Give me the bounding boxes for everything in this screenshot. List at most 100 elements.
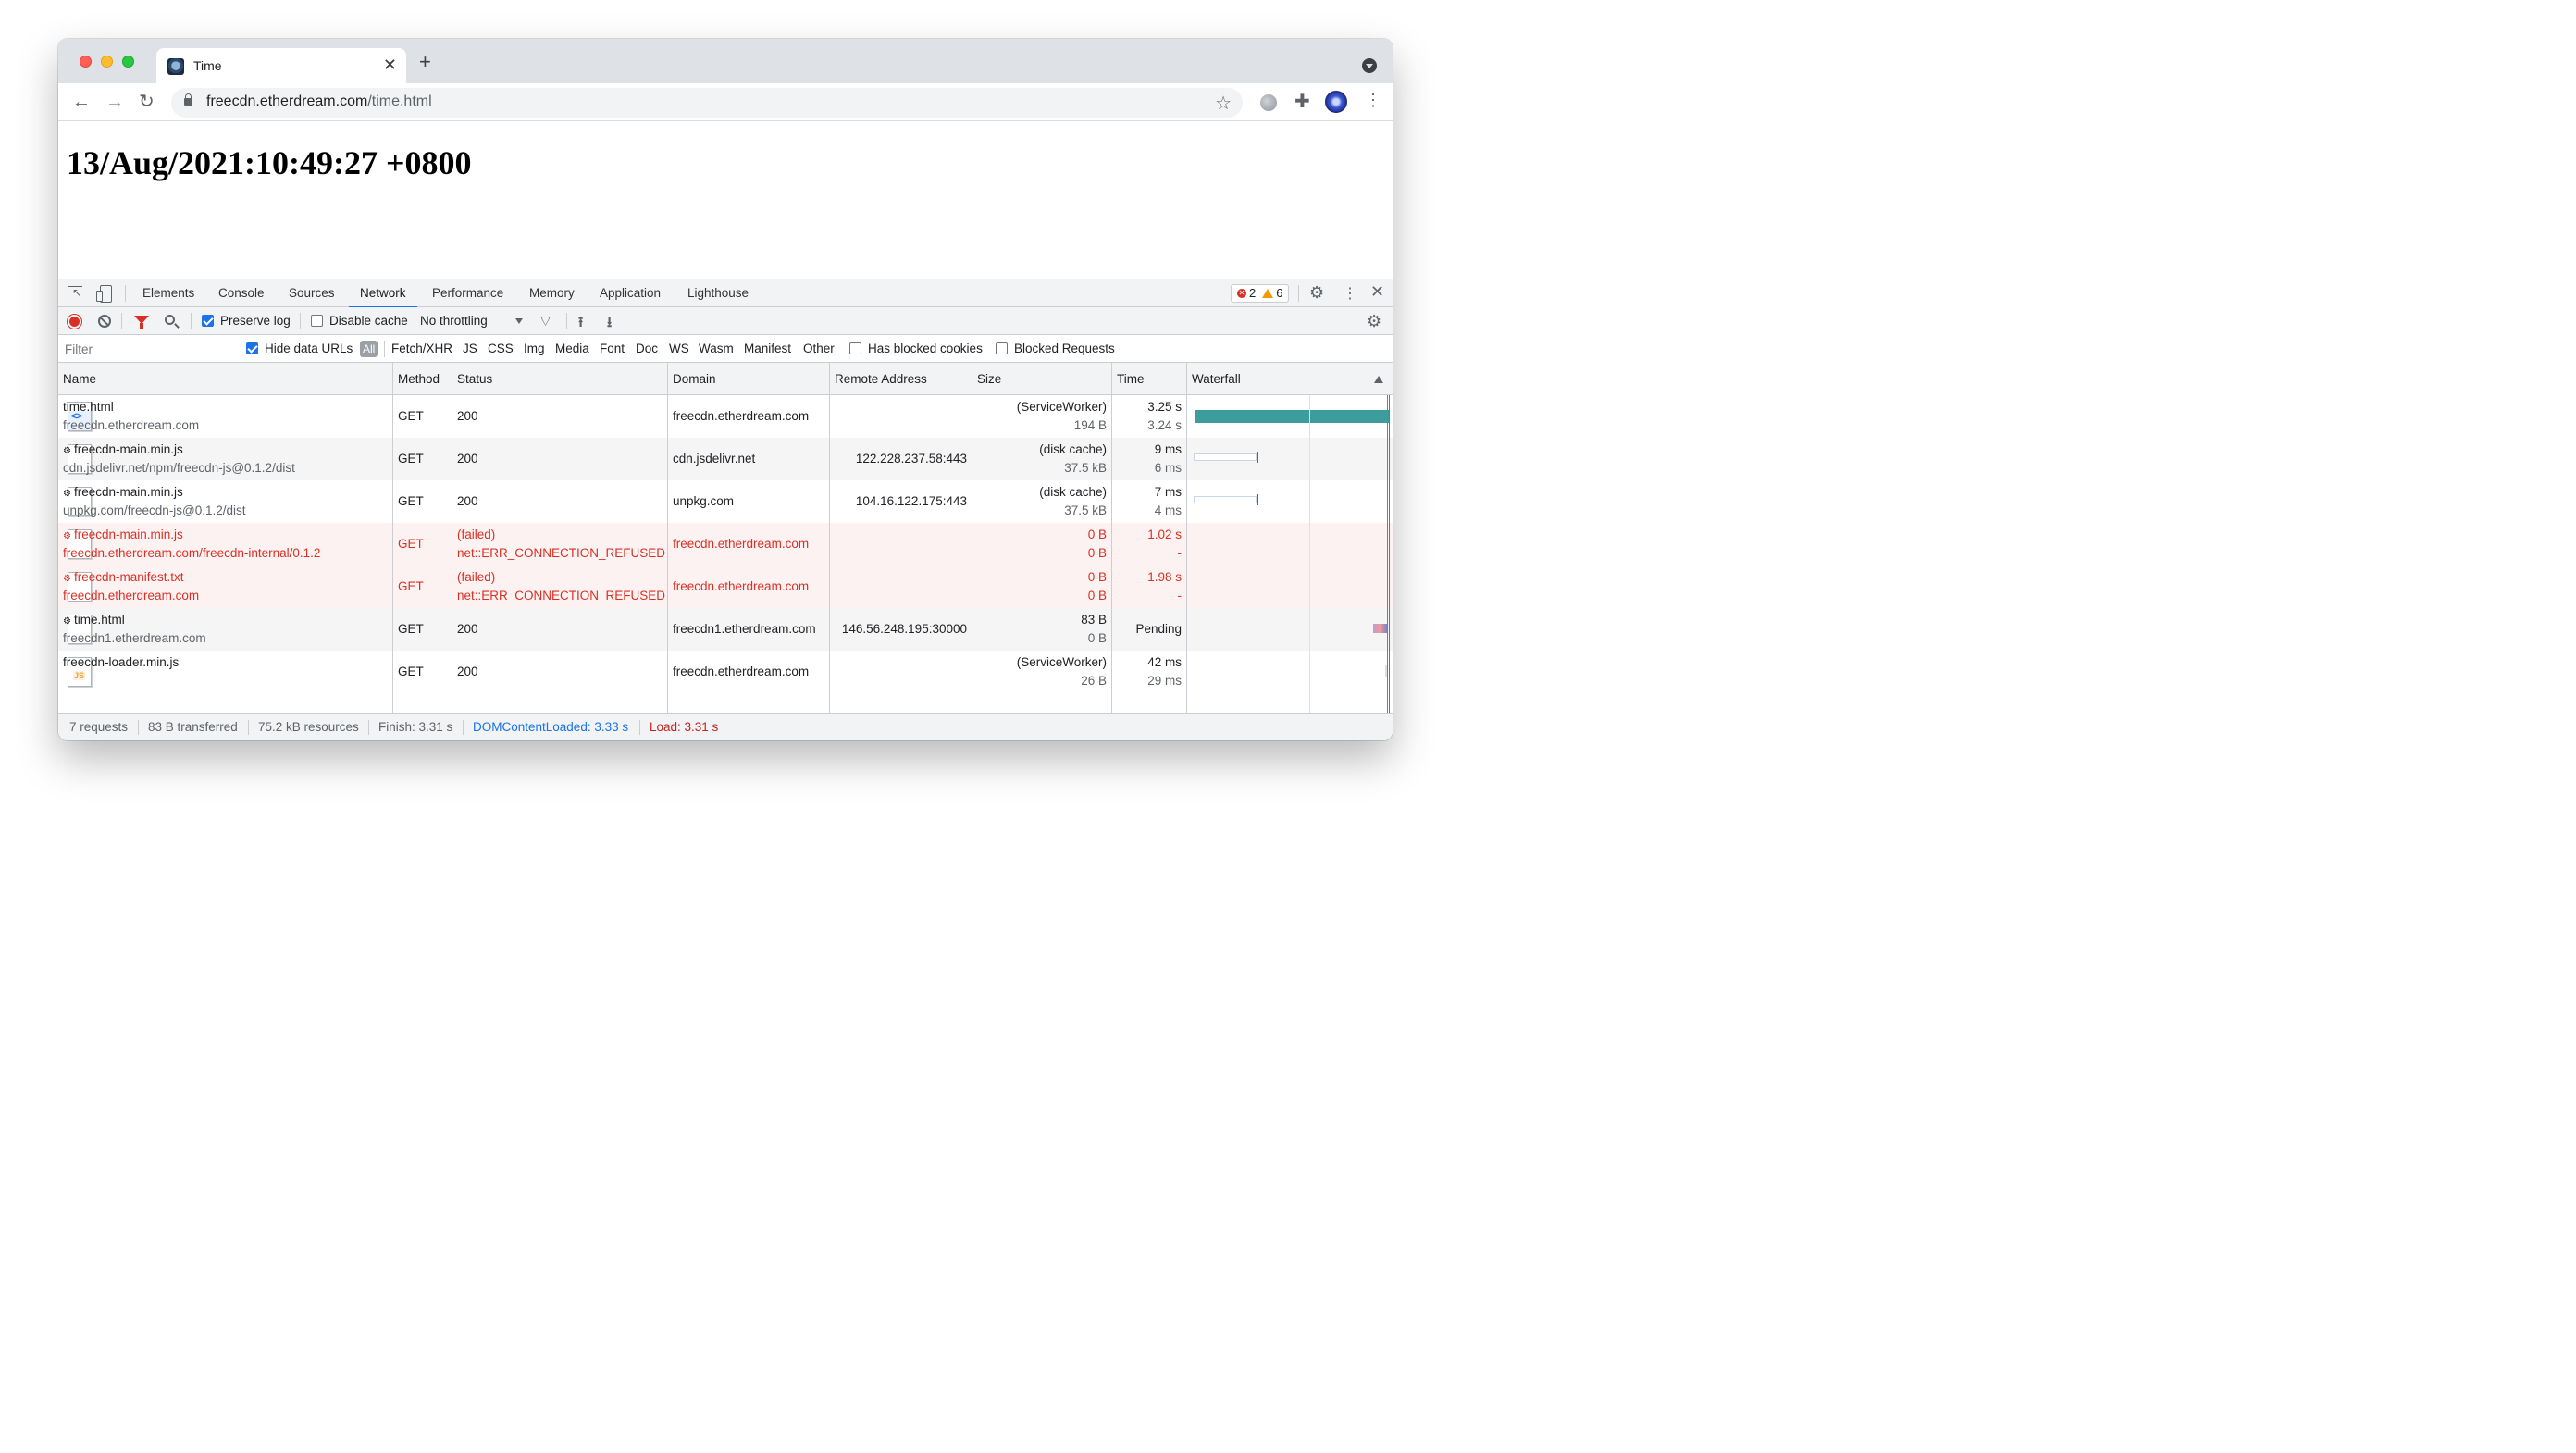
preserve-log-checkbox[interactable] xyxy=(202,315,214,327)
column-header-size[interactable]: Size xyxy=(972,363,1112,395)
tab-application[interactable]: Application xyxy=(600,279,661,307)
has-blocked-cookies-label[interactable]: Has blocked cookies xyxy=(868,335,983,363)
type-filter-font[interactable]: Font xyxy=(600,335,625,363)
status-code: 200 xyxy=(457,622,478,636)
tab-search-icon[interactable] xyxy=(1362,58,1377,73)
export-har-icon[interactable]: ⭳ xyxy=(607,313,612,336)
network-settings-gear-icon[interactable]: ⚙ xyxy=(1367,313,1381,329)
table-row[interactable]: freecdn-loader.min.js GET 200 freecdn.ether… xyxy=(58,651,1393,693)
tab-close-icon[interactable]: ✕ xyxy=(383,56,397,74)
maximize-window-button[interactable] xyxy=(122,56,134,68)
tab-lighthouse[interactable]: Lighthouse xyxy=(687,279,749,307)
type-filter-js[interactable]: JS xyxy=(463,335,477,363)
globe-favicon-icon xyxy=(167,58,184,75)
extension-globe-icon[interactable] xyxy=(1260,94,1277,111)
tab-sources[interactable]: Sources xyxy=(289,279,335,307)
column-header-method[interactable]: Method xyxy=(393,363,452,395)
request-name-text: time.html xyxy=(63,400,114,414)
throttling-select[interactable]: No throttling xyxy=(420,307,488,335)
disable-cache-label[interactable]: Disable cache xyxy=(329,307,408,335)
tab-performance[interactable]: Performance xyxy=(432,279,503,307)
clear-icon[interactable] xyxy=(98,315,111,328)
sort-arrow-icon[interactable] xyxy=(1374,376,1383,383)
devtools-close-icon[interactable]: ✕ xyxy=(1370,282,1384,302)
blocked-requests-checkbox[interactable] xyxy=(996,342,1008,354)
type-filter-wasm[interactable]: Wasm xyxy=(699,335,734,363)
domain-cell: freecdn.etherdream.com xyxy=(668,523,830,565)
remote-address-cell: 122.228.237.58:443 xyxy=(830,438,972,480)
load-time: Load: 3.31 s xyxy=(650,720,719,734)
inspect-element-icon[interactable] xyxy=(68,286,82,301)
disable-cache-checkbox[interactable] xyxy=(311,315,323,327)
has-blocked-cookies-checkbox[interactable] xyxy=(849,342,861,354)
reload-icon[interactable]: ↻ xyxy=(139,91,155,113)
tab-network[interactable]: Network xyxy=(349,279,416,308)
devtools-menu-icon[interactable]: ⋮ xyxy=(1343,284,1357,303)
new-tab-button[interactable]: + xyxy=(419,52,431,72)
extensions-puzzle-icon[interactable]: ✚ xyxy=(1294,90,1310,113)
type-filter-media[interactable]: Media xyxy=(555,335,589,363)
type-filter-img[interactable]: Img xyxy=(524,335,545,363)
table-row[interactable]: ⚙ freecdn-main.min.js freecdn.etherdream.c… xyxy=(58,523,1393,565)
type-filter-other[interactable]: Other xyxy=(803,335,835,363)
column-header-name[interactable]: Name xyxy=(58,363,393,395)
profile-avatar[interactable] xyxy=(1325,91,1347,113)
remote-address-cell xyxy=(830,565,972,608)
divider xyxy=(463,720,464,735)
status-code: 200 xyxy=(457,494,478,508)
column-header-time[interactable]: Time xyxy=(1112,363,1187,395)
size-secondary: 26 B xyxy=(1081,674,1107,688)
search-icon[interactable] xyxy=(165,315,175,325)
chevron-down-icon[interactable] xyxy=(515,318,523,324)
record-icon[interactable] xyxy=(68,315,81,329)
network-conditions-icon[interactable]: ⌔ xyxy=(539,312,552,330)
forward-arrow-icon[interactable]: → xyxy=(105,91,124,113)
hide-data-urls-label[interactable]: Hide data URLs xyxy=(265,335,353,363)
column-header-remote-address[interactable]: Remote Address xyxy=(830,363,972,395)
waterfall-cell xyxy=(1187,608,1393,651)
column-header-domain[interactable]: Domain xyxy=(668,363,830,395)
remote-address-cell: 146.56.248.195:30000 xyxy=(830,608,972,651)
hide-data-urls-checkbox[interactable] xyxy=(246,342,258,354)
table-row[interactable]: ⚙ freecdn-manifest.txt freecdn.etherdream.… xyxy=(58,565,1393,608)
address-bar[interactable]: freecdn.etherdream.com/time.html ☆ xyxy=(171,88,1243,118)
waterfall-tick xyxy=(1257,452,1258,463)
minimize-window-button[interactable] xyxy=(101,56,113,68)
devtools-tab-bar: Elements Console Sources Network Perform… xyxy=(58,279,1393,308)
close-window-button[interactable] xyxy=(80,56,92,68)
type-filter-fetch-xhr[interactable]: Fetch/XHR xyxy=(391,335,452,363)
request-method: GET xyxy=(398,664,424,678)
settings-gear-icon[interactable]: ⚙ xyxy=(1309,284,1324,301)
type-filter-css[interactable]: CSS xyxy=(488,335,514,363)
type-filter-all[interactable]: All xyxy=(360,341,378,357)
type-filter-manifest[interactable]: Manifest xyxy=(744,335,791,363)
time-secondary: 29 ms xyxy=(1147,674,1182,688)
table-row[interactable]: ⚙ freecdn-main.min.js unpkg.com/freecdn-js… xyxy=(58,480,1393,523)
browser-tab[interactable]: Time ✕ xyxy=(156,48,406,83)
type-filter-ws[interactable]: WS xyxy=(669,335,689,363)
lock-icon[interactable] xyxy=(184,93,192,106)
table-row[interactable]: ⚙ time.html freecdn1.etherdream.com GET 200 f… xyxy=(58,608,1393,651)
service-worker-gear-icon: ⚙ xyxy=(63,616,71,627)
bookmark-star-icon[interactable]: ☆ xyxy=(1215,92,1232,115)
url-text[interactable]: freecdn.etherdream.com/time.html xyxy=(206,93,432,110)
blocked-requests-label[interactable]: Blocked Requests xyxy=(1014,335,1115,363)
remote-address: 146.56.248.195:30000 xyxy=(841,622,967,636)
column-header-status[interactable]: Status xyxy=(452,363,668,395)
tab-memory[interactable]: Memory xyxy=(529,279,575,307)
preserve-log-label[interactable]: Preserve log xyxy=(220,307,291,335)
import-har-icon[interactable]: ⭱ xyxy=(578,313,583,336)
back-arrow-icon[interactable]: ← xyxy=(72,91,91,113)
table-row[interactable]: ⚙ freecdn-main.min.js cdn.jsdelivr.net/npm… xyxy=(58,438,1393,480)
tab-elements[interactable]: Elements xyxy=(142,279,194,307)
status-cell: 200 xyxy=(452,438,668,480)
type-filter-doc[interactable]: Doc xyxy=(636,335,658,363)
tab-console[interactable]: Console xyxy=(218,279,265,307)
filter-input[interactable] xyxy=(61,339,232,359)
filter-icon[interactable] xyxy=(134,316,149,329)
table-row[interactable]: time.html freecdn.etherdream.com GET 200 fre… xyxy=(58,395,1393,438)
device-toggle-icon[interactable] xyxy=(96,285,112,303)
issues-badge[interactable]: ✕ 2 6 xyxy=(1231,284,1290,303)
browser-menu-icon[interactable]: ⋮ xyxy=(1365,89,1381,111)
column-header-waterfall[interactable]: Waterfall xyxy=(1187,363,1393,395)
